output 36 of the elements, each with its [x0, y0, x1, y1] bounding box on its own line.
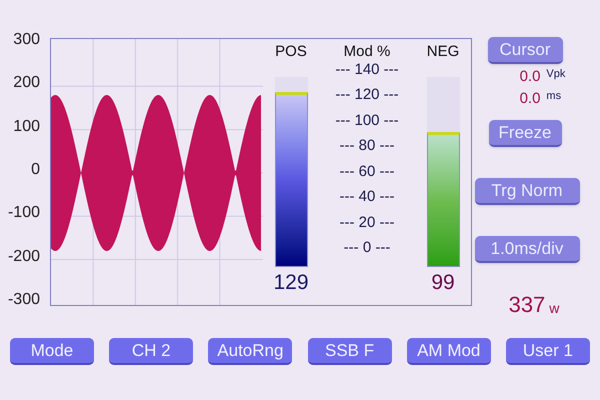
meter-label: POS: [275, 43, 307, 61]
scale-label: --- 140 ---: [335, 61, 399, 79]
scale-label: --- 100 ---: [335, 112, 399, 130]
function-button[interactable]: AutoRng: [208, 338, 292, 365]
axis-label: 100: [13, 118, 40, 135]
function-button[interactable]: SSB F: [308, 338, 392, 365]
meter-reading: 99: [431, 271, 455, 295]
power-unit: w: [549, 299, 560, 317]
meter-label: NEG: [426, 43, 460, 61]
axis-label: 300: [13, 32, 40, 48]
axis-label: -100: [8, 205, 40, 222]
function-button[interactable]: Mode: [10, 338, 94, 365]
readout-unit: Vpk: [546, 68, 566, 80]
function-button[interactable]: User 1: [506, 338, 590, 365]
axis-label: -300: [8, 292, 40, 308]
scale-label: --- 0 ---: [344, 238, 390, 257]
scale-title: Mod %: [344, 43, 390, 61]
readout-value: 0.0: [520, 68, 540, 86]
panel-button[interactable]: Cursor: [488, 37, 562, 64]
meter-reading: 129: [273, 271, 309, 295]
function-button[interactable]: AM Mod: [406, 338, 491, 365]
panel-button[interactable]: 1.0ms/div: [474, 236, 580, 263]
scale-label: --- 20 ---: [340, 214, 394, 232]
function-button[interactable]: CH 2: [109, 338, 194, 365]
axis-label: -200: [8, 248, 40, 265]
scale-label: --- 80 ---: [340, 137, 394, 156]
axis-label: 200: [13, 75, 40, 92]
panel-button[interactable]: Trg Norm: [474, 178, 580, 205]
scale-label: --- 60 ---: [340, 162, 394, 181]
power-value: 337: [508, 293, 546, 317]
scale-label: --- 120 ---: [335, 86, 399, 104]
axis-label: 0: [31, 162, 40, 178]
panel-button[interactable]: Freeze: [488, 120, 562, 147]
readout-unit: ms: [546, 90, 562, 102]
readout-value: 0.0: [520, 90, 540, 108]
scale-label: --- 40 ---: [340, 188, 394, 206]
